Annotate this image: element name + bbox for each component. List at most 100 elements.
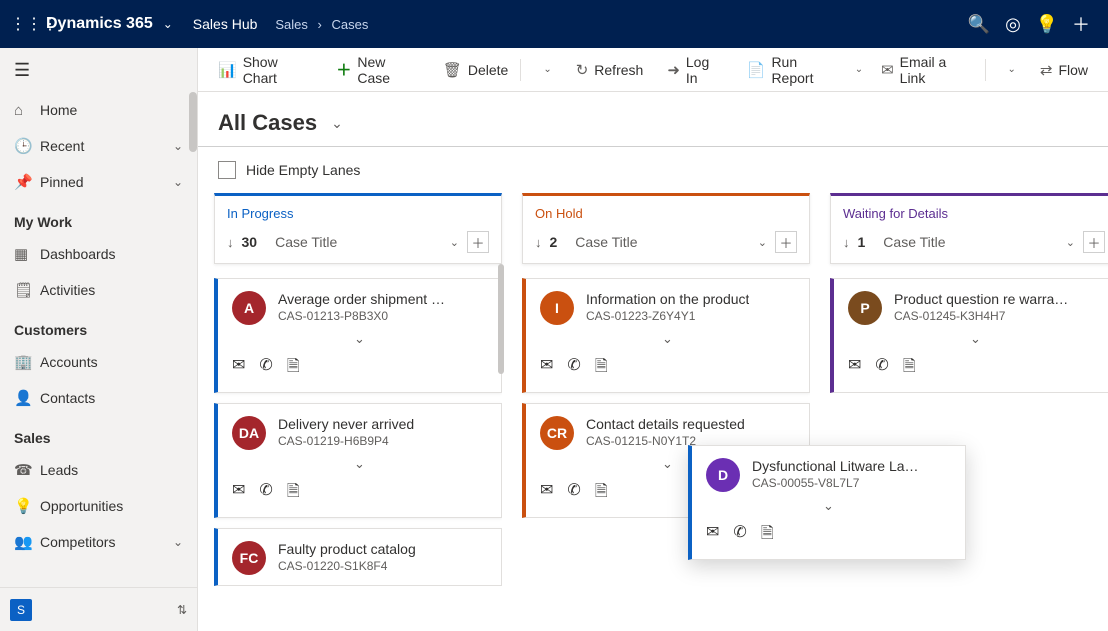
card-title: Product question re warra… <box>894 291 1068 307</box>
phone-icon[interactable]: ✆ <box>259 480 272 507</box>
lane-count: 30 <box>242 234 258 250</box>
expand-chevron-icon[interactable]: ⌄ <box>706 498 951 514</box>
add-card-button[interactable]: ＋ <box>467 231 489 253</box>
lane-sort-field[interactable]: Case Title <box>883 234 1057 250</box>
lightbulb-icon[interactable]: 💡 <box>1030 14 1064 35</box>
mail-icon[interactable]: ✉ <box>540 480 553 507</box>
sidebar-item-recent[interactable]: 🕒 Recent ⌄ <box>0 128 197 164</box>
chevron-down-icon: ⌄ <box>1007 64 1015 75</box>
sidebar-item-contacts[interactable]: 👤 Contacts <box>0 380 197 416</box>
document-icon[interactable]: 🗎 <box>903 355 916 382</box>
view-selector-dropdown[interactable]: ⌄ <box>331 115 343 132</box>
login-button[interactable]: ➜ Log In <box>657 54 732 86</box>
plus-icon: ＋ <box>336 59 351 80</box>
sidebar-item-label: Dashboards <box>40 246 116 262</box>
expand-chevron-icon[interactable]: ⌄ <box>540 331 795 347</box>
kanban-card[interactable]: AAverage order shipment …CAS-01213-P8B3X… <box>214 278 502 393</box>
sort-arrow-icon[interactable]: ↓ <box>227 235 234 250</box>
expand-chevron-icon[interactable]: ⌄ <box>232 331 487 347</box>
lane-sort-field[interactable]: Case Title <box>275 234 442 250</box>
mail-icon[interactable]: ✉ <box>706 522 719 549</box>
cmd-label: Show Chart <box>243 54 313 86</box>
sidebar-item-accounts[interactable]: 🏢 Accounts <box>0 344 197 380</box>
document-icon[interactable]: 🗎 <box>761 522 774 549</box>
document-icon[interactable]: 🗎 <box>287 480 300 507</box>
hamburger-icon[interactable]: ☰ <box>0 48 197 92</box>
breadcrumb-item[interactable]: Cases <box>332 17 369 32</box>
run-report-button[interactable]: 📄 Run Report ⌄ <box>737 54 867 86</box>
sort-arrow-icon[interactable]: ↓ <box>535 235 542 250</box>
mail-icon[interactable]: ✉ <box>232 355 245 382</box>
sidebar-item-leads[interactable]: ☎ Leads <box>0 452 197 488</box>
card-title: Information on the product <box>586 291 749 307</box>
card-title: Dysfunctional Litware La… <box>752 458 919 474</box>
sidebar-item-opportunities[interactable]: 💡 Opportunities <box>0 488 197 524</box>
scrollbar-thumb[interactable] <box>498 264 504 374</box>
area-switcher[interactable]: S Sales ⇅ <box>0 587 197 631</box>
scrollbar-thumb[interactable] <box>189 92 197 152</box>
document-icon[interactable]: 🗎 <box>595 355 608 382</box>
mail-icon: ✉ <box>881 61 894 79</box>
new-case-button[interactable]: ＋ New Case <box>326 54 429 86</box>
avatar: FC <box>232 541 266 575</box>
document-icon[interactable]: 🗎 <box>287 355 300 382</box>
sidebar-group-customers: Customers <box>0 308 197 344</box>
flow-button[interactable]: ⇄ Flow <box>1030 54 1098 86</box>
sidebar-item-competitors[interactable]: 👥 Competitors ⌄ <box>0 524 197 560</box>
chevron-down-icon[interactable]: ⌄ <box>758 236 767 249</box>
delete-dropdown[interactable]: ⌄ <box>529 54 561 86</box>
sort-arrow-icon[interactable]: ↓ <box>843 235 850 250</box>
chevron-down-icon[interactable]: ⌄ <box>450 236 459 249</box>
card-actions: ✉ ✆ 🗎 <box>232 355 487 382</box>
lane-count: 2 <box>550 234 558 250</box>
kanban-card[interactable]: FCFaulty product catalogCAS-01220-S1K8F4 <box>214 528 502 586</box>
mail-icon[interactable]: ✉ <box>232 480 245 507</box>
kanban-card[interactable]: IInformation on the productCAS-01223-Z6Y… <box>522 278 810 393</box>
sidebar-item-home[interactable]: ⌂ Home <box>0 92 197 128</box>
phone-icon[interactable]: ✆ <box>875 355 888 382</box>
phone-icon[interactable]: ✆ <box>259 355 272 382</box>
hide-empty-checkbox[interactable] <box>218 161 236 179</box>
lane-sort-field[interactable]: Case Title <box>575 234 749 250</box>
sidebar-item-label: Opportunities <box>40 498 123 514</box>
dragging-card[interactable]: D Dysfunctional Litware La… CAS-00055-V8… <box>688 445 966 560</box>
expand-chevron-icon[interactable]: ⌄ <box>848 331 1103 347</box>
sidebar-item-dashboards[interactable]: ▦ Dashboards <box>0 236 197 272</box>
flow-icon: ⇄ <box>1040 61 1053 79</box>
app-launcher-icon[interactable]: ⋮⋮⋮ <box>10 14 38 34</box>
show-chart-button[interactable]: 📊 Show Chart <box>208 54 322 86</box>
phone-icon[interactable]: ✆ <box>567 480 580 507</box>
kanban-card[interactable]: DADelivery never arrivedCAS-01219-H6B9P4… <box>214 403 502 518</box>
cmd-label: Email a Link <box>900 54 973 86</box>
sidebar-item-pinned[interactable]: 📌 Pinned ⌄ <box>0 164 197 200</box>
add-card-button[interactable]: ＋ <box>775 231 797 253</box>
sidebar-item-label: Home <box>40 102 77 118</box>
phone-icon[interactable]: ✆ <box>567 355 580 382</box>
kanban-card[interactable]: PProduct question re warra…CAS-01245-K3H… <box>830 278 1108 393</box>
refresh-button[interactable]: ↻ Refresh <box>566 54 654 86</box>
document-icon[interactable]: 🗎 <box>595 480 608 507</box>
card-case-number: CAS-01213-P8B3X0 <box>278 309 445 323</box>
add-icon[interactable]: ＋ <box>1064 11 1098 37</box>
email-link-dropdown[interactable]: ⌄ <box>993 54 1025 86</box>
card-actions: ✉ ✆ 🗎 <box>540 355 795 382</box>
expand-chevron-icon[interactable]: ⌄ <box>232 456 487 472</box>
competitors-icon: 👥 <box>14 533 40 551</box>
task-icon[interactable]: ◎ <box>996 14 1030 35</box>
chevron-down-icon[interactable]: ⌄ <box>1066 236 1075 249</box>
email-link-button[interactable]: ✉ Email a Link <box>871 54 976 86</box>
phone-icon[interactable]: ✆ <box>733 522 746 549</box>
add-card-button[interactable]: ＋ <box>1083 231 1105 253</box>
cmd-label: New Case <box>357 54 419 86</box>
mail-icon[interactable]: ✉ <box>848 355 861 382</box>
chevron-down-icon: ⌄ <box>855 64 863 75</box>
updown-icon: ⇅ <box>177 603 187 617</box>
delete-button[interactable]: 🗑 Delete <box>433 54 513 86</box>
sidebar-item-activities[interactable]: 🗒 Activities <box>0 272 197 308</box>
search-icon[interactable]: 🔍 <box>962 14 996 35</box>
chevron-down-icon: ⌄ <box>543 64 551 75</box>
refresh-icon: ↻ <box>576 61 589 79</box>
chevron-down-icon[interactable]: ⌄ <box>163 17 173 31</box>
breadcrumb-item[interactable]: Sales <box>275 17 308 32</box>
mail-icon[interactable]: ✉ <box>540 355 553 382</box>
